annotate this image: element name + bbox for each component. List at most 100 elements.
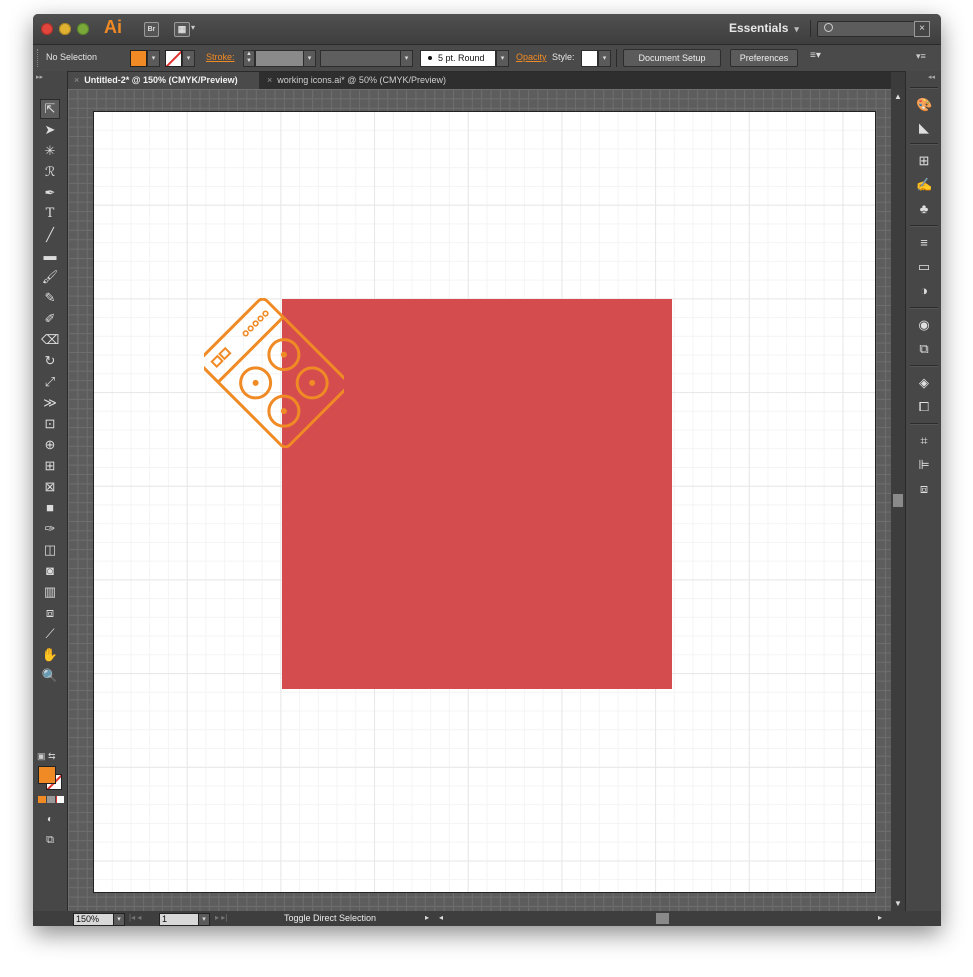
last-artboard-icon[interactable]: ▸ ▸|	[215, 913, 227, 922]
scale-tool-icon[interactable]: ⤢	[41, 373, 59, 391]
graphic-style-swatch[interactable]	[581, 50, 598, 67]
close-window-button[interactable]	[41, 23, 53, 35]
stroke-color-dropdown[interactable]: ▾	[182, 50, 195, 67]
blob-brush-tool-icon[interactable]: ✐	[41, 310, 59, 328]
magic-wand-tool-icon[interactable]: ✳	[41, 142, 59, 160]
swatches-panel-icon[interactable]: ⊞	[916, 153, 932, 169]
stroke-link[interactable]: Stroke:	[206, 52, 235, 62]
slice-tool-icon[interactable]: ⟋	[41, 625, 59, 643]
symbol-sprayer-tool-icon[interactable]: ◙	[41, 562, 59, 580]
hand-tool-icon[interactable]: ✋	[41, 646, 59, 664]
artboard-tool-icon[interactable]: ⧈	[41, 604, 59, 622]
pencil-tool-icon[interactable]: ✎	[41, 289, 59, 307]
paintbrush-tool-icon[interactable]: 🖌	[41, 268, 59, 286]
horizontal-scroll-thumb[interactable]	[656, 913, 669, 924]
document-setup-button[interactable]: Document Setup	[623, 49, 721, 67]
line-tool-icon[interactable]: ╱	[41, 226, 59, 244]
pen-tool-icon[interactable]: ✒	[41, 184, 59, 202]
width-tool-icon[interactable]: ≫	[41, 394, 59, 412]
arrange-documents-icon[interactable]: ▦	[174, 22, 190, 37]
search-input[interactable]: ×	[817, 21, 930, 37]
arrange-icon[interactable]: ≡▾	[810, 50, 821, 61]
stove-icon-artwork[interactable]	[204, 298, 344, 448]
gradient-mode-icon[interactable]	[47, 796, 55, 803]
panel-menu-icon[interactable]: ▾≡	[916, 51, 926, 62]
fill-swatch[interactable]	[130, 50, 147, 67]
expand-panels-icon[interactable]: ◂◂	[928, 73, 935, 81]
mesh-tool-icon[interactable]: ⊠	[41, 478, 59, 496]
column-graph-tool-icon[interactable]: ▥	[41, 583, 59, 601]
screen-mode-icon[interactable]: ⧉	[41, 831, 59, 849]
graphic-styles-panel-icon[interactable]: ⧉	[916, 341, 932, 357]
tab-untitled-2[interactable]: × Untitled-2* @ 150% (CMYK/Preview)	[68, 72, 259, 89]
shape-builder-tool-icon[interactable]: ⊕	[41, 436, 59, 454]
layers-panel-icon[interactable]: ◈	[916, 375, 932, 391]
minimize-window-button[interactable]	[59, 23, 71, 35]
eraser-tool-icon[interactable]: ⌫	[41, 331, 59, 349]
brushes-panel-icon[interactable]: ✍	[916, 177, 932, 193]
rectangle-tool-icon[interactable]: ▬	[41, 247, 59, 265]
close-icon[interactable]: ×	[267, 75, 272, 85]
align-panel-icon[interactable]: ⊫	[916, 457, 932, 473]
close-icon[interactable]: ×	[914, 21, 930, 37]
opacity-link[interactable]: Opacity	[516, 52, 547, 62]
zoom-field[interactable]: 150%	[73, 913, 115, 926]
gradient-tool-icon[interactable]: ■	[41, 499, 59, 517]
stroke-weight-input[interactable]	[255, 50, 305, 67]
zoom-tool-icon[interactable]: 🔍	[41, 667, 59, 685]
eyedropper-tool-icon[interactable]: ✑	[41, 520, 59, 538]
tab-working-icons[interactable]: × working icons.ai* @ 50% (CMYK/Preview)	[261, 72, 481, 89]
workspace-switcher[interactable]: Essentials ▾	[729, 21, 799, 35]
zoom-dropdown[interactable]: ▾	[113, 913, 125, 926]
collapse-panel-icon[interactable]: ▸▸	[36, 73, 43, 81]
scroll-up-icon[interactable]: ▲	[894, 92, 902, 101]
drawing-mode-icon[interactable]: ◐	[41, 811, 59, 829]
color-mode-icon[interactable]	[38, 796, 46, 803]
symbols-panel-icon[interactable]: ♣	[916, 201, 932, 217]
zoom-window-button[interactable]	[77, 23, 89, 35]
artboard-number-field[interactable]: 1	[159, 913, 199, 926]
artboard[interactable]	[93, 111, 876, 893]
stroke-weight-dropdown[interactable]: ▾	[303, 50, 316, 67]
pathfinder-panel-icon[interactable]: ⧈	[916, 481, 932, 497]
style-dropdown[interactable]: ▾	[598, 50, 611, 67]
status-menu-icon[interactable]: ▸	[425, 913, 429, 922]
artboards-panel-icon[interactable]: ⧠	[916, 399, 932, 415]
canvas-area[interactable]	[68, 89, 891, 911]
blend-tool-icon[interactable]: ◫	[41, 541, 59, 559]
stroke-weight-stepper[interactable]: ▲ ▼	[243, 50, 255, 67]
preferences-button[interactable]: Preferences	[730, 49, 798, 67]
brush-dropdown[interactable]: ▾	[496, 50, 509, 67]
fill-dropdown[interactable]: ▾	[147, 50, 160, 67]
rotate-tool-icon[interactable]: ↻	[41, 352, 59, 370]
direct-selection-tool-icon[interactable]: ➤	[41, 121, 59, 139]
type-tool-icon[interactable]: T	[41, 205, 59, 223]
lasso-tool-icon[interactable]: ℛ	[41, 163, 59, 181]
stroke-swatch[interactable]	[165, 50, 182, 67]
gradient-panel-icon[interactable]: ▭	[916, 259, 932, 275]
default-colors-icon[interactable]: ▣ ⇆	[37, 751, 56, 762]
variable-width-profile[interactable]	[320, 50, 402, 67]
color-guide-icon[interactable]: ◣	[916, 120, 932, 136]
vertical-scrollbar[interactable]: ▲ ▼	[891, 89, 905, 911]
brush-definition-field[interactable]: 5 pt. Round	[420, 50, 496, 67]
width-profile-dropdown[interactable]: ▾	[400, 50, 413, 67]
artboard-dropdown[interactable]: ▾	[198, 913, 210, 926]
transparency-panel-icon[interactable]: ◑	[916, 283, 932, 299]
close-icon[interactable]: ×	[74, 75, 79, 85]
first-artboard-icon[interactable]: |◂ ◂	[129, 913, 141, 922]
grip-handle[interactable]	[37, 49, 40, 67]
appearance-panel-icon[interactable]: ◉	[916, 317, 932, 333]
fill-color-box[interactable]	[38, 766, 56, 784]
scroll-right-icon[interactable]: ▸	[878, 913, 882, 922]
arrange-dropdown-icon[interactable]: ▾	[191, 23, 195, 32]
transform-panel-icon[interactable]: ⌗	[916, 433, 932, 449]
color-panel-icon[interactable]: 🎨	[916, 97, 932, 113]
free-transform-tool-icon[interactable]: ⊡	[41, 415, 59, 433]
scroll-left-icon[interactable]: ◂	[439, 913, 443, 922]
none-mode-icon[interactable]	[56, 796, 64, 803]
bridge-button[interactable]: Br	[144, 22, 159, 37]
selection-tool-icon[interactable]: ⇱	[40, 99, 60, 119]
scroll-down-icon[interactable]: ▼	[894, 899, 902, 908]
stroke-panel-icon[interactable]: ≡	[916, 235, 932, 251]
